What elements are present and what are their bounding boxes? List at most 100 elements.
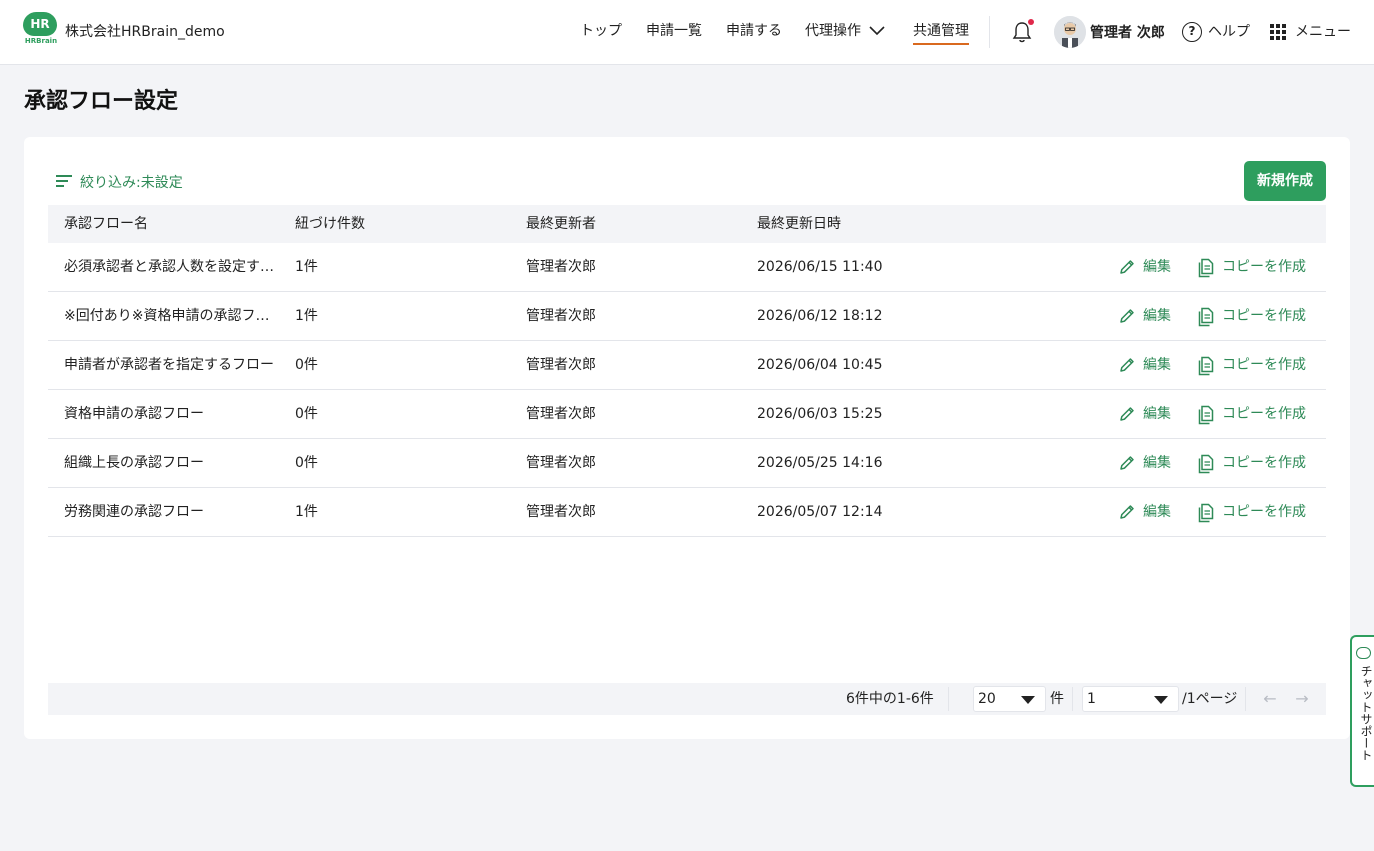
last-updated-at: 2026/05/07 12:14 [757,504,883,520]
create-copy-label: コピーを作成 [1222,406,1306,422]
pencil-icon [1120,407,1134,421]
page-select[interactable]: 1 [1082,686,1179,712]
copy-document-icon [1198,258,1214,278]
pencil-icon [1120,309,1134,323]
per-page-select[interactable]: 20 [973,686,1046,712]
column-header-updated-at: 最終更新日時 [757,216,841,232]
nav-proxy-operation[interactable]: 代理操作 [805,0,887,64]
flow-name[interactable]: 労務関連の承認フロー [64,502,280,522]
linked-count: 1件 [295,504,318,520]
last-updater: 管理者次郎 [526,308,596,324]
create-copy-label: コピーを作成 [1222,455,1306,471]
nav-top-label: トップ [580,23,622,39]
chevron-down-icon [869,26,885,36]
linked-count: 0件 [295,455,318,471]
pager-divider [1072,687,1073,711]
top-header: HR HRBrain 株式会社HRBrain_demo トップ 申請一覧 申請す… [0,0,1374,65]
pagination: 6件中の1-6件 20 件 1 /1ページ ← → [48,683,1326,715]
pencil-icon [1120,358,1134,372]
table-row[interactable]: 申請者が承認者を指定するフロー 0件 管理者次郎 2026/06/04 10:45 編集… [48,341,1326,390]
flow-name[interactable]: 申請者が承認者を指定するフロー [64,355,280,375]
arrow-left-icon[interactable]: ← [1261,689,1279,709]
result-count: 6件中の1-6件 [846,691,934,707]
per-page-unit: 件 [1050,691,1064,707]
logo-mark: HR [23,12,57,36]
last-updater: 管理者次郎 [526,455,596,471]
user-name[interactable]: 管理者 次郎 [1090,23,1165,43]
create-copy-label: コピーを作成 [1222,504,1306,520]
copy-document-icon [1198,503,1214,523]
linked-count: 1件 [295,259,318,275]
filter-icon [56,175,72,189]
last-updated-at: 2026/06/03 15:25 [757,406,883,422]
company-name: 株式会社HRBrain_demo [65,24,225,40]
copy-document-icon [1198,307,1214,327]
last-updated-at: 2026/06/12 18:12 [757,308,883,324]
create-copy-label: コピーを作成 [1222,308,1306,324]
create-copy-label: コピーを作成 [1222,357,1306,373]
table-row[interactable]: ※回付あり※資格申請の承認フロー 1件 管理者次郎 2026/06/12 18:12 編… [48,292,1326,341]
grid-menu-icon[interactable] [1270,24,1286,40]
nav-apply-label: 申請する [726,23,782,39]
flow-name[interactable]: 資格申請の承認フロー [64,404,280,424]
total-pages: /1ページ [1182,691,1238,707]
pager-divider [948,687,949,711]
last-updated-at: 2026/06/04 10:45 [757,357,883,373]
copy-document-icon [1198,454,1214,474]
table-row[interactable]: 労務関連の承認フロー 1件 管理者次郎 2026/05/07 12:14 編集 コピーを作… [48,488,1326,537]
page-title: 承認フロー設定 [24,89,179,114]
nav-application-list-label: 申請一覧 [646,23,702,39]
copy-document-icon [1198,405,1214,425]
approval-flow-table: 承認フロー名 紐づけ件数 最終更新者 最終更新日時 必須承認者と承認人数を設定す… [48,205,1326,537]
hrbrain-logo[interactable]: HR HRBrain [23,12,57,46]
new-create-button[interactable]: 新規作成 [1244,161,1326,201]
chat-support-label: チャットサポート [1359,665,1373,761]
last-updater: 管理者次郎 [526,406,596,422]
edit-label: 編集 [1143,308,1171,324]
table-row[interactable]: 組織上長の承認フロー 0件 管理者次郎 2026/05/25 14:16 編集 コピーを作… [48,439,1326,488]
caret-down-icon [1021,696,1035,704]
edit-label: 編集 [1143,455,1171,471]
avatar[interactable] [1054,16,1086,48]
linked-count: 0件 [295,406,318,422]
help-icon[interactable]: ? [1182,22,1202,42]
per-page-value: 20 [978,691,996,707]
last-updated-at: 2026/06/15 11:40 [757,259,883,275]
column-header-name: 承認フロー名 [64,216,148,232]
chat-bubble-icon [1356,647,1371,659]
copy-document-icon [1198,356,1214,376]
chat-support-tab[interactable]: チャットサポート [1350,635,1374,787]
pencil-icon [1120,260,1134,274]
nav-common-management-label: 共通管理 [913,21,969,45]
pencil-icon [1120,456,1134,470]
avatar-photo [1054,16,1086,48]
flow-name[interactable]: ※回付あり※資格申請の承認フロー [64,306,280,326]
arrow-right-icon[interactable]: → [1293,689,1311,709]
flow-name[interactable]: 必須承認者と承認人数を設定す… [64,257,280,277]
table-header: 承認フロー名 紐づけ件数 最終更新者 最終更新日時 [48,205,1326,243]
edit-label: 編集 [1143,259,1171,275]
edit-label: 編集 [1143,504,1171,520]
last-updater: 管理者次郎 [526,357,596,373]
logo-wordmark: HRBrain [24,37,58,45]
table-row[interactable]: 必須承認者と承認人数を設定す… 1件 管理者次郎 2026/06/15 11:40 編集… [48,243,1326,292]
caret-down-icon [1154,696,1168,704]
help-link[interactable]: ヘルプ [1208,22,1250,42]
flow-name[interactable]: 組織上長の承認フロー [64,453,280,473]
notification-dot [1028,19,1034,25]
table-body: 必須承認者と承認人数を設定す… 1件 管理者次郎 2026/06/15 11:40 編集… [48,243,1326,537]
menu-link[interactable]: メニュー [1295,22,1351,42]
linked-count: 0件 [295,357,318,373]
last-updater: 管理者次郎 [526,504,596,520]
page-value: 1 [1087,691,1096,707]
approval-flow-card: 絞り込み:未設定 新規作成 承認フロー名 紐づけ件数 最終更新者 最終更新日時 … [24,137,1350,739]
linked-count: 1件 [295,308,318,324]
filter-label: 絞り込み:未設定 [80,175,183,191]
last-updated-at: 2026/05/25 14:16 [757,455,883,471]
column-header-linked-count: 紐づけ件数 [295,216,365,232]
table-row[interactable]: 資格申請の承認フロー 0件 管理者次郎 2026/06/03 15:25 編集 コピーを作… [48,390,1326,439]
last-updater: 管理者次郎 [526,259,596,275]
nav-proxy-operation-label: 代理操作 [805,23,861,39]
pencil-icon [1120,505,1134,519]
create-copy-label: コピーを作成 [1222,259,1306,275]
